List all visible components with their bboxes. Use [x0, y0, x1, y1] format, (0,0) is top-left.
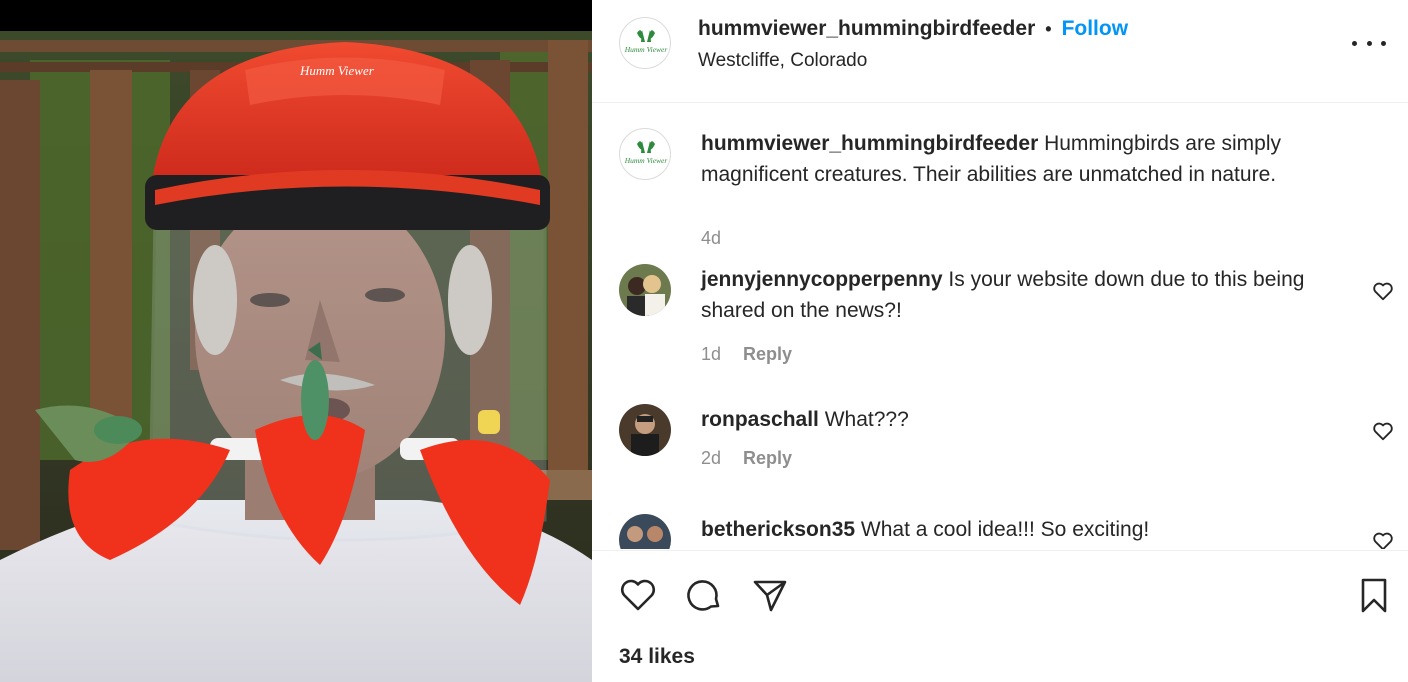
caption-timestamp[interactable]: 4d [701, 228, 721, 249]
caption-meta: 4d [701, 228, 721, 249]
caption-text: hummviewer_hummingbirdfeeder Hummingbird… [701, 128, 1351, 190]
comment-body: What??? [818, 408, 909, 431]
location-link[interactable]: Westcliffe, Colorado [698, 50, 867, 72]
account-avatar[interactable]: Humm Viewer [619, 17, 671, 69]
dot [1366, 40, 1372, 46]
comment-like-heart-icon[interactable] [1372, 530, 1394, 549]
avatar-photo [619, 404, 671, 456]
post-action-bar: 34 likes [592, 550, 1408, 682]
photo-illustration: Humm Viewer [0, 0, 592, 682]
comment-text: beth​erickson35 What a cool idea!!! So e… [701, 514, 1351, 545]
comment-text: jennyjennycopperpenny Is your website do… [701, 264, 1351, 326]
commenter-avatar[interactable] [619, 264, 671, 316]
post-media-image[interactable]: Humm Viewer [0, 0, 592, 682]
likes-count[interactable]: 34 likes [619, 645, 695, 669]
commenter-avatar[interactable] [619, 404, 671, 456]
post-viewer: Humm Viewer Humm Viewer hummviewer_hummi… [0, 0, 1408, 682]
comments-list[interactable]: Humm Viewer hummviewer_hummingbirdfeeder… [592, 104, 1408, 549]
caption-username[interactable]: hummviewer_hummingbirdfeeder [701, 132, 1038, 155]
helmet-logo-text: Humm Viewer [299, 63, 375, 78]
bookmark-icon[interactable] [1354, 575, 1394, 615]
comment-icon[interactable] [685, 575, 725, 615]
dot [1381, 40, 1386, 46]
separator-dot: • [1045, 18, 1052, 39]
comment-timestamp[interactable]: 2d [701, 448, 721, 469]
avatar-photo [619, 514, 671, 549]
comment-username[interactable]: beth​erickson35 [701, 518, 855, 541]
header-username[interactable]: hummviewer_hummingbirdfeeder [698, 17, 1035, 41]
dot [1352, 40, 1357, 46]
follow-button[interactable]: Follow [1062, 17, 1129, 41]
heart-icon[interactable] [618, 575, 658, 615]
comment-text: ronpaschall What??? [701, 404, 1351, 435]
comment-meta: 2d Reply [701, 448, 792, 469]
reply-button[interactable]: Reply [743, 448, 792, 469]
humm-viewer-logo-icon: Humm Viewer [624, 141, 668, 165]
avatar-photo [619, 264, 671, 316]
comment-timestamp[interactable]: 1d [701, 344, 721, 365]
comment-body: What a cool idea!!! So exciting! [855, 518, 1150, 541]
comment-like-heart-icon[interactable] [1372, 420, 1394, 442]
header-username-row: hummviewer_hummingbirdfeeder • Follow [698, 17, 1128, 41]
comment-username[interactable]: ronpaschall [701, 408, 819, 431]
humm-viewer-logo-icon: Humm Viewer [624, 30, 668, 54]
share-icon[interactable] [750, 575, 790, 615]
caption-avatar[interactable]: Humm Viewer [619, 128, 671, 180]
commenter-avatar[interactable] [619, 514, 671, 549]
reply-button[interactable]: Reply [743, 344, 792, 365]
svg-text:Humm Viewer: Humm Viewer [624, 45, 668, 54]
comment-like-heart-icon[interactable] [1372, 280, 1394, 302]
svg-text:Humm Viewer: Humm Viewer [624, 156, 668, 165]
post-side-panel: Humm Viewer hummviewer_hummingbirdfeeder… [592, 0, 1408, 682]
comment-username[interactable]: jennyjennycopperpenny [701, 268, 943, 291]
post-header: Humm Viewer hummviewer_hummingbirdfeeder… [592, 0, 1408, 103]
comment-meta: 1d Reply [701, 344, 792, 365]
more-options-icon[interactable] [1352, 30, 1386, 56]
